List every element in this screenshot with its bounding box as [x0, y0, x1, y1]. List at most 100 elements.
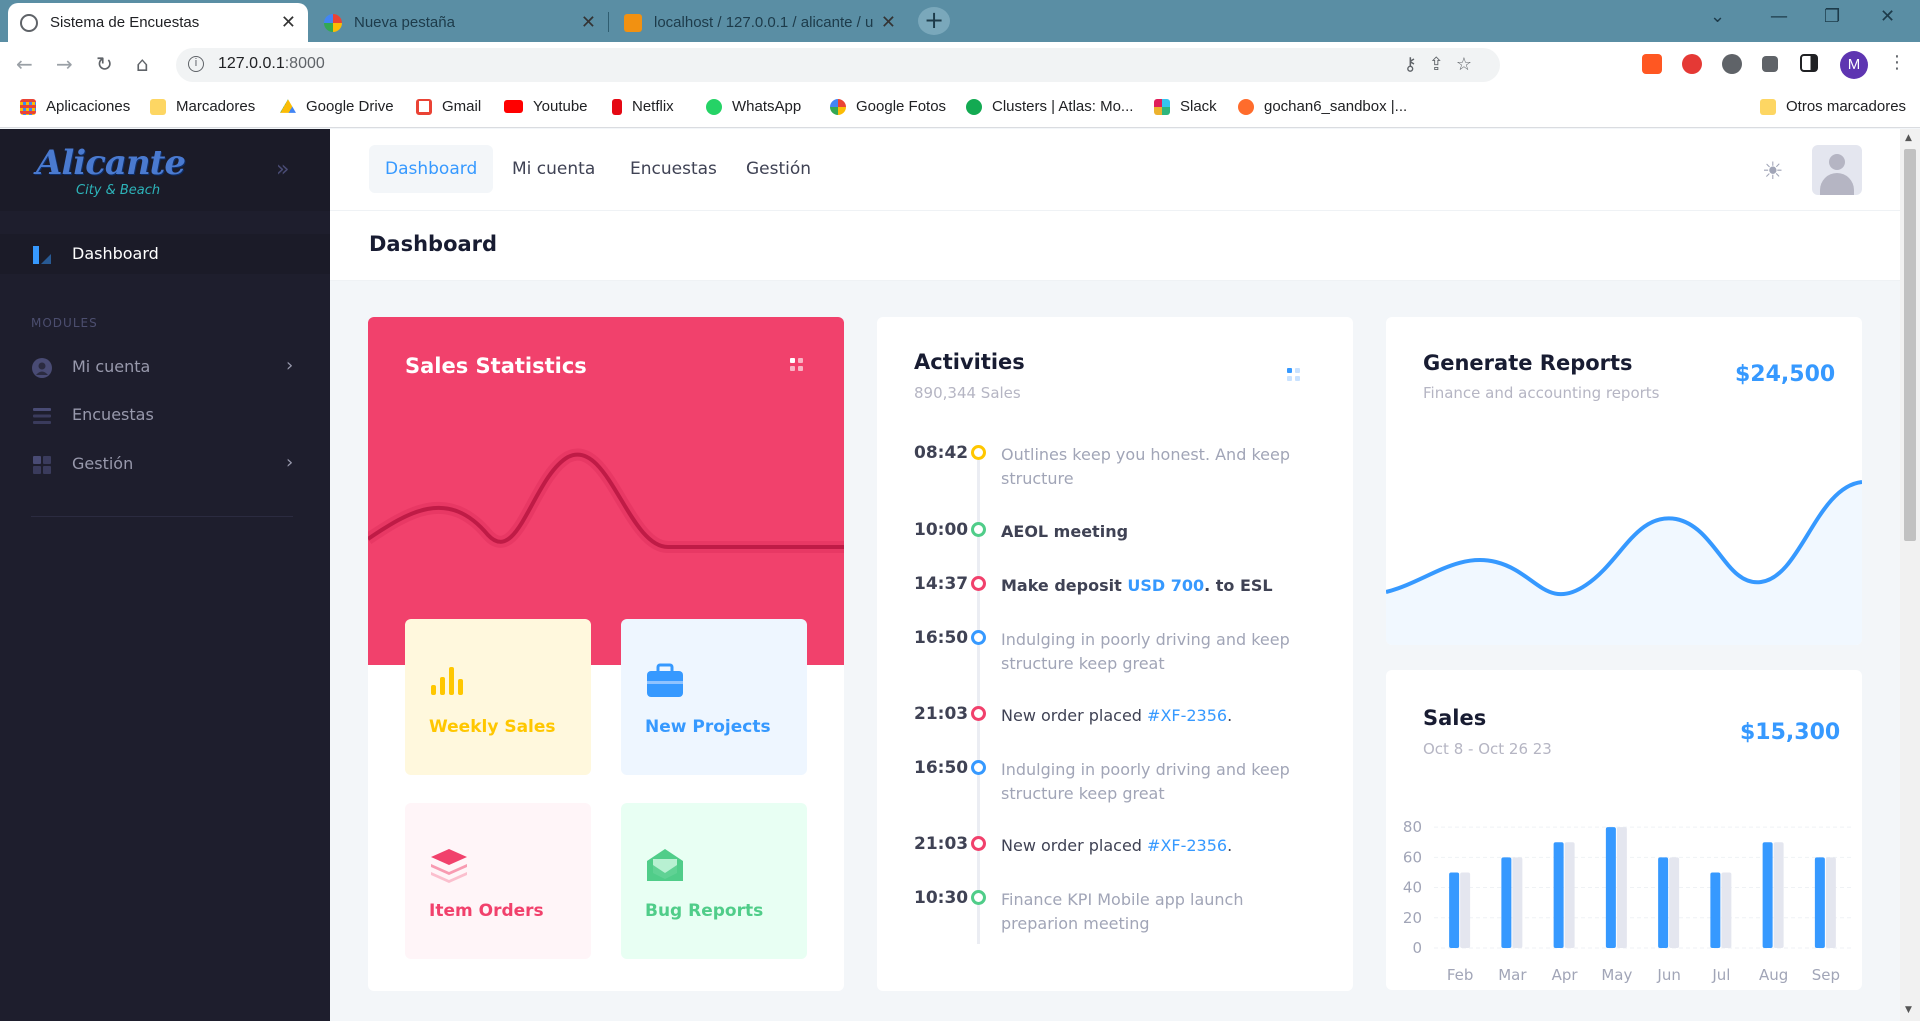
tab-dashboard[interactable]: Dashboard	[369, 145, 494, 193]
bookmark-apps[interactable]: Aplicaciones	[20, 98, 130, 115]
tile-item-orders[interactable]: Item Orders	[405, 803, 591, 959]
bar	[1658, 857, 1669, 948]
browser-tab-active[interactable]: Sistema de Encuestas ✕	[8, 3, 308, 42]
close-icon[interactable]: ✕	[281, 12, 296, 33]
timeline-link[interactable]: USD 700	[1127, 576, 1204, 595]
bar	[1501, 857, 1512, 948]
star-icon[interactable]: ☆	[1456, 54, 1484, 75]
sidebar-item-mi-cuenta[interactable]: Mi cuenta ›	[0, 347, 330, 387]
timeline-link[interactable]: #XF-2356	[1147, 836, 1227, 855]
sidepanel-icon[interactable]	[1800, 54, 1818, 72]
timeline-text: Indulging in poorly driving and keep str…	[1001, 630, 1290, 673]
home-icon[interactable]: ⌂	[136, 52, 149, 76]
bookmark-whatsapp[interactable]: WhatsApp	[706, 98, 801, 115]
maximize-button[interactable]: ❐	[1824, 6, 1840, 27]
bar	[1616, 827, 1627, 948]
timeline-time: 10:00	[914, 520, 969, 540]
bookmark-photos[interactable]: Google Fotos	[830, 98, 946, 115]
menu-icon[interactable]: ⋮	[1888, 52, 1906, 73]
bookmark-youtube[interactable]: Youtube	[504, 98, 588, 115]
tab-gestion[interactable]: Gestión	[730, 145, 827, 193]
bar	[1460, 872, 1471, 948]
bookmark-slack[interactable]: Slack	[1154, 98, 1217, 115]
page-scrollbar[interactable]: ▲ ▼	[1900, 129, 1920, 1021]
settings-extension-icon[interactable]	[1722, 54, 1742, 74]
chevron-right-icon: ›	[286, 452, 294, 473]
puzzle-icon[interactable]	[1762, 56, 1778, 72]
tab-title: Sistema de Encuestas	[50, 14, 200, 31]
info-icon[interactable]: i	[188, 56, 204, 72]
x-tick-label: Sep	[1812, 966, 1840, 984]
y-tick-label: 40	[1403, 879, 1422, 897]
tile-weekly-sales[interactable]: Weekly Sales	[405, 619, 591, 775]
reload-icon[interactable]: ↻	[96, 52, 113, 76]
bookmark-folder[interactable]: Marcadores	[150, 98, 255, 115]
tab-encuestas[interactable]: Encuestas	[614, 145, 733, 193]
avatar[interactable]	[1812, 145, 1862, 195]
share-icon[interactable]: ⇪	[1429, 54, 1456, 75]
grid-icon	[33, 456, 51, 474]
tab-title: localhost / 127.0.0.1 / alicante / u	[654, 14, 873, 31]
sidebar-item-gestion[interactable]: Gestión ›	[0, 444, 330, 484]
scroll-up-icon[interactable]: ▲	[1905, 133, 1912, 143]
sidebar-section-title: MODULES	[31, 316, 98, 330]
reports-wave-chart	[1386, 480, 1862, 645]
timeline-dot-icon	[971, 522, 986, 537]
bookmark-cpanel[interactable]: gochan6_sandbox |...	[1238, 98, 1407, 115]
profile-avatar[interactable]: M	[1840, 51, 1868, 79]
sidebar-item-label: Dashboard	[72, 244, 159, 263]
briefcase-icon	[647, 663, 683, 697]
key-icon[interactable]: ⚷	[1404, 54, 1429, 75]
url-field[interactable]: i 127.0.0.1:8000 ⚷⇪☆	[176, 48, 1500, 82]
tile-new-projects[interactable]: New Projects	[621, 619, 807, 775]
card-title: Activities	[914, 350, 1025, 374]
sidebar: Alicante City & Beach » Dashboard MODULE…	[0, 129, 330, 1021]
tile-bug-reports[interactable]: Bug Reports	[621, 803, 807, 959]
bookmark-netflix[interactable]: Netflix	[612, 98, 674, 115]
tile-label: Item Orders	[429, 901, 544, 921]
back-icon[interactable]: ←	[16, 52, 33, 76]
timeline-dot-icon	[971, 445, 986, 460]
sales-amount: $15,300	[1740, 720, 1841, 745]
new-tab-button[interactable]: +	[918, 7, 950, 35]
app-logo[interactable]: Alicante	[36, 143, 186, 183]
timeline-text: Make deposit USD 700. to ESL	[1001, 574, 1321, 598]
close-icon[interactable]: ✕	[581, 12, 596, 33]
adblock-icon[interactable]	[1682, 54, 1702, 74]
x-tick-label: Jun	[1656, 966, 1680, 984]
sun-icon[interactable]: ☀	[1762, 157, 1784, 185]
sidebar-item-label: Encuestas	[72, 405, 154, 424]
timeline-link[interactable]: #XF-2356	[1147, 706, 1227, 725]
extension-icon[interactable]	[1642, 54, 1662, 74]
bar	[1814, 857, 1825, 948]
bar	[1564, 842, 1575, 948]
browser-tab[interactable]: Nueva pestaña ✕	[312, 3, 608, 42]
avatar-body	[1820, 173, 1854, 195]
y-tick-label: 80	[1403, 818, 1422, 836]
timeline-text: AEOL meeting	[1001, 522, 1129, 541]
browser-tab[interactable]: localhost / 127.0.0.1 / alicante / u ✕	[612, 3, 908, 42]
bookmark-other[interactable]: Otros marcadores	[1760, 98, 1906, 115]
close-icon[interactable]: ✕	[881, 12, 896, 33]
sidebar-item-dashboard[interactable]: Dashboard	[0, 234, 330, 274]
menu-dots-icon[interactable]	[790, 358, 804, 372]
forward-icon[interactable]: →	[56, 52, 73, 76]
bookmark-drive[interactable]: Google Drive	[280, 98, 394, 115]
bar	[1773, 842, 1784, 948]
bookmark-label: gochan6_sandbox |...	[1264, 98, 1408, 115]
menu-dots-icon[interactable]	[1287, 368, 1301, 382]
tab-separator	[608, 12, 609, 32]
scroll-down-icon[interactable]: ▼	[1905, 1005, 1912, 1015]
sidebar-item-encuestas[interactable]: Encuestas	[0, 395, 330, 435]
scrollbar-thumb[interactable]	[1904, 149, 1916, 541]
minimize-button[interactable]: —	[1770, 6, 1788, 27]
bookmark-gmail[interactable]: Gmail	[416, 98, 481, 115]
tab-mi-cuenta[interactable]: Mi cuenta	[496, 145, 611, 193]
tab-search-icon[interactable]: ⌄	[1710, 6, 1725, 27]
bookmark-label: Youtube	[533, 98, 588, 115]
bookmark-atlas[interactable]: Clusters | Atlas: Mo...	[966, 98, 1133, 115]
mail-open-icon	[647, 849, 683, 881]
sidebar-toggle-icon[interactable]: »	[276, 157, 289, 182]
timeline-time: 21:03	[914, 704, 969, 724]
window-close-button[interactable]: ✕	[1880, 6, 1895, 27]
